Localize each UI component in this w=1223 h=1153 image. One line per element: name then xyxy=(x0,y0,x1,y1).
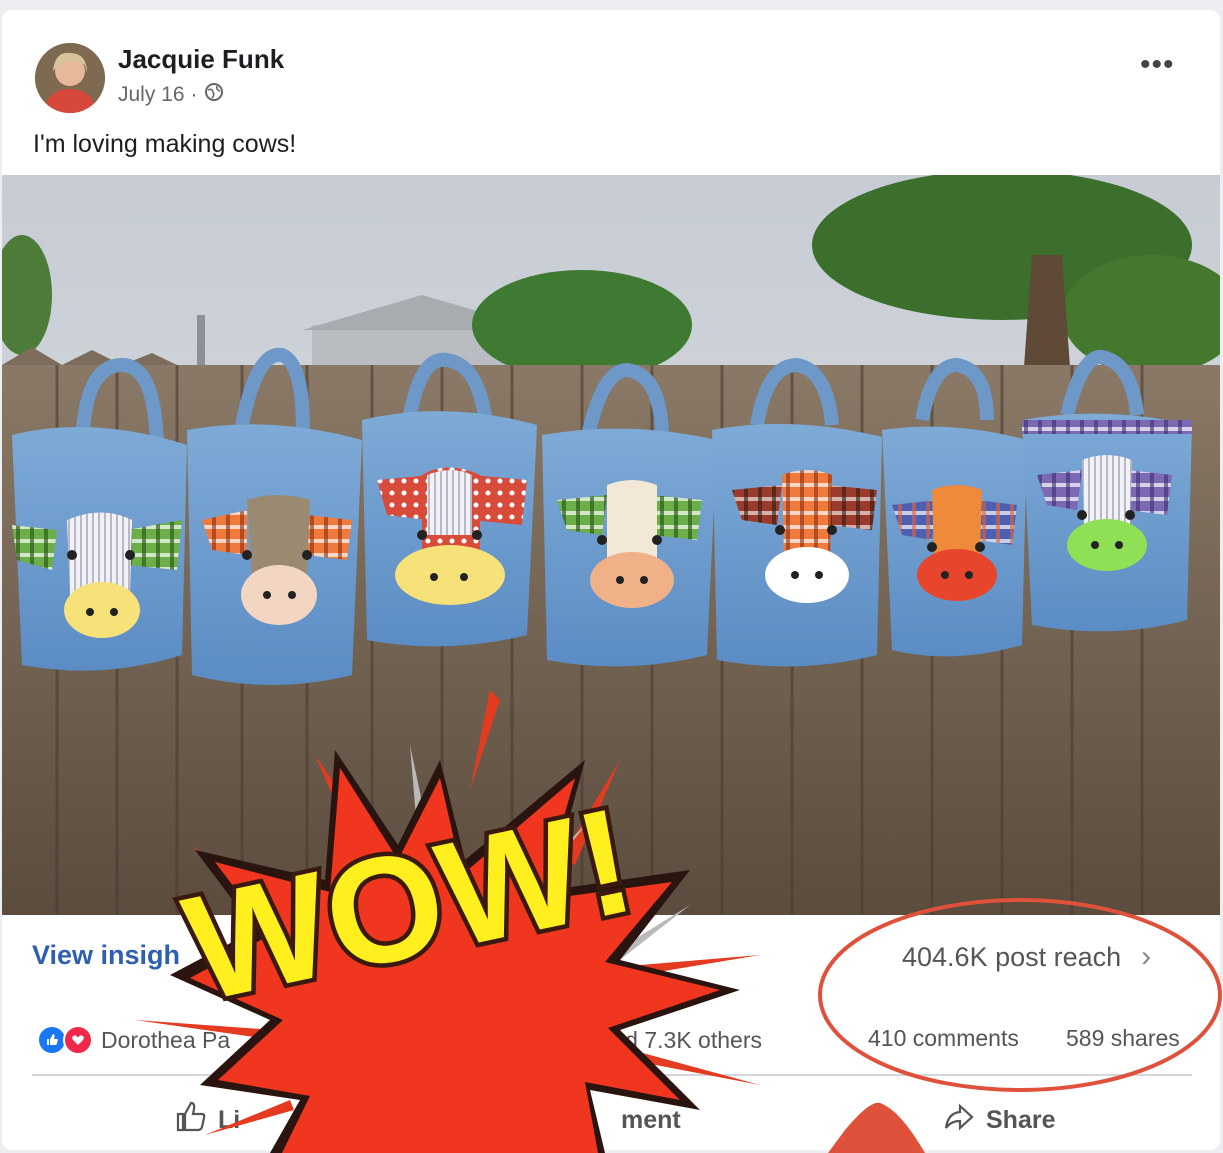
share-icon xyxy=(942,1100,976,1141)
reactions-others: sler and 7.3K others xyxy=(556,1026,762,1053)
like-button[interactable]: Li xyxy=(174,1100,240,1141)
like-label: Li xyxy=(218,1106,241,1134)
meta-separator: · xyxy=(190,83,198,106)
post-reach[interactable]: 404.6K post reach › xyxy=(902,940,1151,974)
view-insights-link[interactable]: View insigh xyxy=(32,940,180,971)
divider xyxy=(32,1074,1192,1076)
comment-label: ment xyxy=(621,1106,681,1134)
comments-count[interactable]: 410 comments xyxy=(868,1025,1019,1052)
reactions-summary[interactable]: Dorothea Pa sler and 7.3K others xyxy=(37,1025,762,1055)
share-button[interactable]: Share xyxy=(942,1100,1055,1141)
more-options-button[interactable]: ••• xyxy=(1140,50,1175,80)
post-photo[interactable] xyxy=(2,175,1220,915)
avatar[interactable] xyxy=(35,43,105,113)
post-meta: July 16 · xyxy=(118,82,224,108)
post-date[interactable]: July 16 xyxy=(118,83,185,107)
reactions-names: Dorothea Pa xyxy=(101,1026,231,1053)
author-name[interactable]: Jacquie Funk xyxy=(118,44,284,75)
comment-icon xyxy=(527,1100,561,1141)
globe-icon xyxy=(204,82,224,108)
chevron-right-icon: › xyxy=(1141,940,1152,973)
post-caption: I'm loving making cows! xyxy=(33,130,297,158)
share-label: Share xyxy=(986,1106,1056,1134)
love-reaction-icon xyxy=(63,1025,93,1055)
post-card: Jacquie Funk July 16 · ••• I'm loving ma… xyxy=(2,10,1220,1150)
thumbs-up-icon xyxy=(174,1100,208,1141)
shares-count[interactable]: 589 shares xyxy=(1066,1025,1180,1052)
comment-button[interactable]: ment xyxy=(527,1100,681,1141)
post-reach-text: 404.6K post reach xyxy=(902,941,1122,972)
